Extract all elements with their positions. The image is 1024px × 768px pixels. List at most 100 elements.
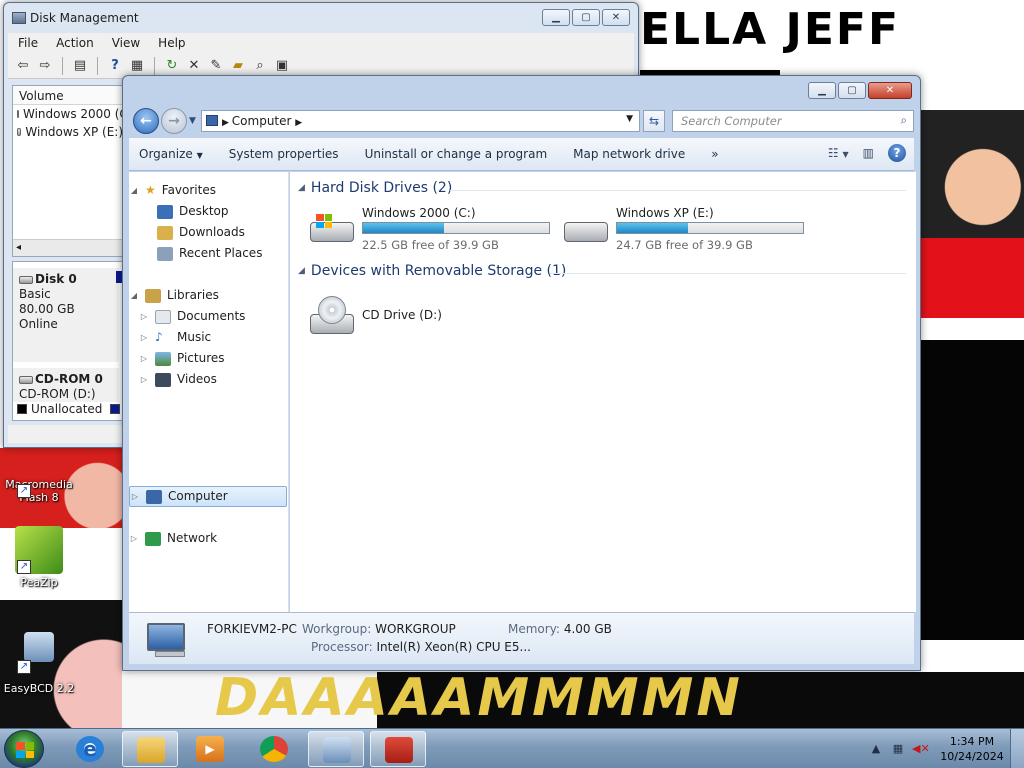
taskbar-chrome[interactable] [246,731,302,767]
maximize-button[interactable]: ▢ [838,82,866,99]
disk-icon [19,275,33,284]
close-button[interactable]: ✕ [868,82,912,99]
menu-help[interactable]: Help [158,33,185,53]
manage-icon[interactable]: ▣ [273,57,291,75]
network-status-icon[interactable]: ▦ [890,741,906,757]
nav-label: Music [177,330,212,344]
start-button[interactable] [4,730,44,768]
volume-row[interactable]: Windows XP (E:) [13,123,127,141]
back-icon[interactable]: ⇦ [14,57,32,75]
taskbar-media-player[interactable]: ▶ [182,731,238,767]
address-dropdown-icon[interactable]: ▼ [626,114,633,124]
collapse-icon[interactable]: ◢ [129,180,139,201]
maximize-button[interactable]: ▢ [572,9,600,26]
forward-icon[interactable]: ⇨ [36,57,54,75]
search-icon[interactable]: ⌕ [251,57,269,75]
expand-icon[interactable]: ▷ [130,486,140,507]
nav-downloads[interactable]: Downloads [129,222,287,243]
refresh-button[interactable]: ⇆ [643,110,665,132]
show-desktop-button[interactable] [1010,729,1024,768]
nav-desktop[interactable]: Desktop [129,201,287,222]
taskbar-toolbox[interactable] [370,731,426,767]
system-properties-button[interactable]: System properties [229,147,339,161]
address-bar[interactable]: ▶ Computer ▶ ▼ [201,110,640,132]
back-button[interactable]: ← [133,108,159,134]
cdrom-0-card[interactable]: CD-ROM 0 CD-ROM (D:) [13,368,119,402]
expand-icon[interactable]: ▷ [139,369,149,390]
forward-button[interactable]: → [161,108,187,134]
volume-list: Volume Windows 2000 (C:) Windows XP (E:)… [12,85,128,257]
nav-documents[interactable]: ▷ Documents [129,306,287,327]
preview-pane-icon[interactable]: ▥ [863,146,874,160]
drive-windows-2000[interactable]: Windows 2000 (C:) 22.5 GB free of 39.9 G… [308,206,558,256]
network-icon [145,531,161,546]
minimize-button[interactable]: ▁ [542,9,570,26]
volume-column-header[interactable]: Volume [13,86,127,105]
refresh-icon[interactable]: ↻ [163,57,181,75]
expand-icon[interactable]: ▷ [129,528,139,549]
nav-network[interactable]: ▷ Network [129,528,287,549]
clock[interactable]: 1:34 PM 10/24/2024 [934,734,1010,764]
delete-icon[interactable]: ✕ [185,57,203,75]
volume-muted-icon[interactable]: ◀✕ [912,741,930,757]
workgroup-info: Workgroup: WORKGROUP [302,622,456,636]
help-icon[interactable]: ? [888,144,906,162]
nav-recent-places[interactable]: Recent Places [129,243,287,264]
close-button[interactable]: ✕ [602,9,630,26]
settings-icon[interactable]: ✎ [207,57,225,75]
help-icon[interactable]: ? [106,57,124,75]
nav-music[interactable]: ▷ ♪ Music [129,327,287,348]
music-icon: ♪ [155,330,163,344]
computer-large-icon [147,623,185,651]
collapse-icon: ◢ [298,266,305,276]
uninstall-program-button[interactable]: Uninstall or change a program [365,147,548,161]
change-view-icon[interactable]: ☷ ▼ [828,146,849,160]
menu-file[interactable]: File [18,33,38,53]
expand-icon[interactable]: ▷ [139,327,149,348]
disk-name: Disk 0 [35,272,77,286]
properties-icon[interactable]: ▤ [71,57,89,75]
open-icon[interactable]: ▰ [229,57,247,75]
expand-icon[interactable]: ▷ [139,348,149,369]
group-hard-disk-drives[interactable]: ◢ Hard Disk Drives (2) [298,180,452,196]
disk-size: 80.00 GB [19,302,75,316]
map-network-drive-button[interactable]: Map network drive [573,147,685,161]
nav-label: Favorites [161,183,216,197]
desktop-icon-peazip[interactable]: ↗ PeaZip [3,526,75,589]
easybcd-icon [24,632,54,662]
desktop-icon-flash[interactable]: ↗ Macromedia Flash 8 [3,450,75,504]
drive-usage-bar [362,222,550,234]
properties-panel-icon[interactable]: ▦ [128,57,146,75]
organize-button[interactable]: Organize ▼ [139,147,203,161]
nav-favorites[interactable]: ◢ ★ Favorites [129,180,287,201]
minimize-button[interactable]: ▁ [808,82,836,99]
search-input[interactable]: Search Computer ⌕ [672,110,914,132]
menu-view[interactable]: View [112,33,140,53]
drive-cd[interactable]: CD Drive (D:) [308,290,558,340]
group-divider [450,190,906,191]
recent-pages-dropdown-icon[interactable]: ▼ [189,116,196,126]
nav-libraries[interactable]: ◢ Libraries [129,285,287,306]
nav-videos[interactable]: ▷ Videos [129,369,287,390]
taskbar-internet-explorer[interactable]: e [62,731,118,767]
menu-action[interactable]: Action [56,33,94,53]
desktop-icon-easybcd[interactable]: ↗ EasyBCD 2.2 [3,630,75,695]
hard-drive-icon [308,212,356,246]
nav-pictures[interactable]: ▷ Pictures [129,348,287,369]
nav-label: Documents [177,309,246,323]
windows-explorer-icon [137,737,165,763]
more-commands-button[interactable]: » [711,147,718,161]
explorer-titlebar[interactable] [123,76,920,106]
nav-computer[interactable]: ▷ Computer [129,486,287,507]
drive-windows-xp[interactable]: Windows XP (E:) 24.7 GB free of 39.9 GB [562,206,812,256]
horizontal-scrollbar[interactable]: ◂ [13,239,127,256]
expand-icon[interactable]: ▷ [139,306,149,327]
collapse-icon[interactable]: ◢ [129,285,139,306]
taskbar-computer-management[interactable] [308,731,364,767]
disk-0-card[interactable]: Disk 0 Basic 80.00 GB Online [13,268,119,362]
downloads-icon [157,225,173,240]
group-removable-storage[interactable]: ◢ Devices with Removable Storage (1) [298,263,566,279]
taskbar-windows-explorer[interactable] [122,731,178,767]
show-hidden-icons-icon[interactable]: ▲ [868,741,884,757]
volume-row[interactable]: Windows 2000 (C:) [13,105,127,123]
